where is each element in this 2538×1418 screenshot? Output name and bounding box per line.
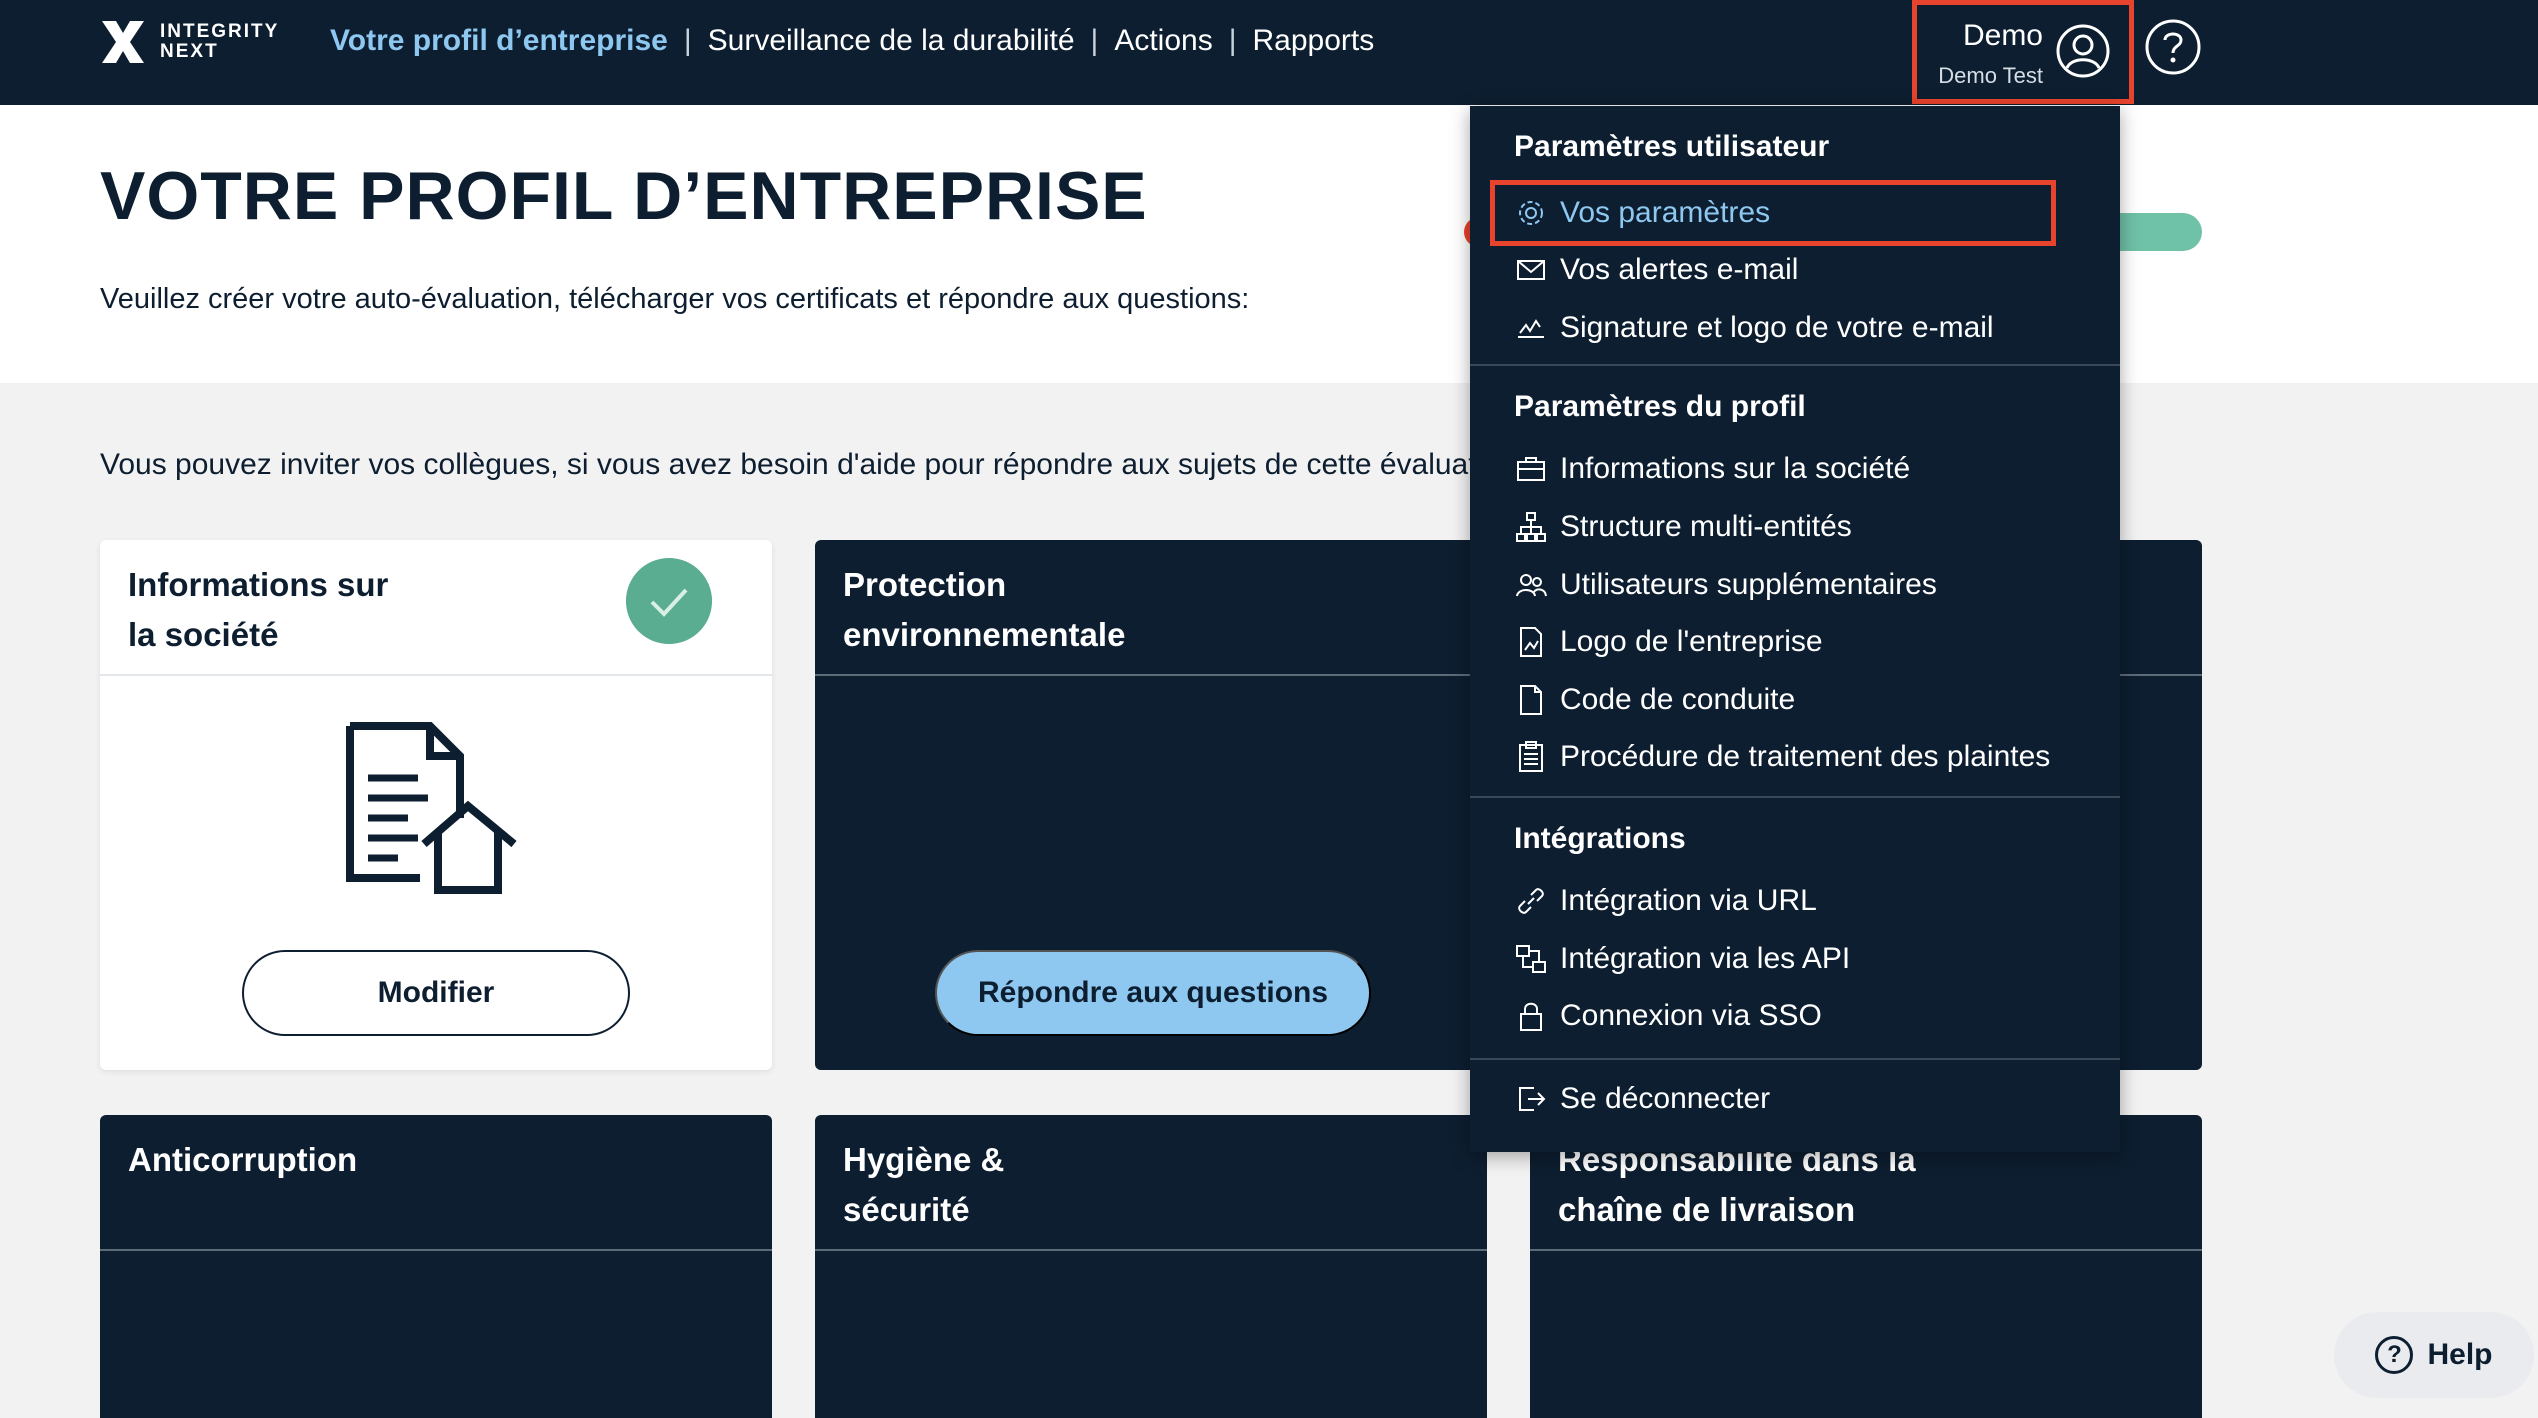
image-file-icon: [1520, 627, 1542, 657]
menu-section-profile-settings: Paramètres du profil: [1514, 390, 1806, 423]
modify-button[interactable]: Modifier: [242, 950, 630, 1036]
page-title: VOTRE PROFIL D’ENTREPRISE: [100, 158, 1148, 234]
signature-icon: [1518, 319, 1544, 338]
gear-icon: [1519, 201, 1543, 225]
menu-divider: [1470, 364, 2120, 366]
nav-company-profile[interactable]: Votre profil d’entreprise: [330, 24, 668, 58]
document-house-icon: [346, 722, 517, 894]
menu-item-company-info[interactable]: Informations sur la société: [1514, 445, 1910, 493]
briefcase-icon: [1517, 457, 1545, 481]
menu-item-additional-users[interactable]: Utilisateurs supplémentaires: [1514, 561, 1937, 609]
api-icon: [1516, 945, 1546, 973]
menu-item-url-integration[interactable]: Intégration via URL: [1514, 877, 1817, 925]
card-supply-chain: Responsabilité dans la chaîne de livrais…: [1530, 1115, 2202, 1418]
invite-colleagues-text: Vous pouvez inviter vos collègues, si vo…: [100, 448, 1470, 481]
help-button[interactable]: ? Help: [2334, 1312, 2534, 1398]
integrity-next-logo[interactable]: INTEGRITY NEXT: [96, 14, 279, 70]
user-menu-button[interactable]: Demo Demo Test: [1912, 0, 2134, 104]
menu-section-user-settings: Paramètres utilisateur: [1514, 130, 1830, 163]
card-health-safety: Hygiène & sécurité: [815, 1115, 1487, 1418]
logo-x-icon: [102, 21, 144, 63]
nav-separator: |: [1090, 24, 1099, 57]
page-subtitle: Veuillez créer votre auto-évaluation, té…: [100, 283, 1250, 315]
nav-actions[interactable]: Actions: [1114, 24, 1212, 58]
top-navbar: INTEGRITY NEXT Votre profil d’entreprise…: [0, 0, 2538, 105]
menu-section-integrations: Intégrations: [1514, 822, 1686, 855]
question-circle-icon[interactable]: [2144, 18, 2202, 76]
users-icon: [1516, 574, 1547, 597]
menu-item-logout[interactable]: Se déconnecter: [1514, 1075, 1770, 1123]
main-nav: Votre profil d’entreprise | Surveillance…: [330, 24, 1374, 58]
question-icon: ?: [2375, 1336, 2414, 1374]
card-title: Protection environnementale: [815, 540, 1487, 676]
clipboard-icon: [1519, 741, 1543, 772]
link-icon: [1518, 888, 1544, 914]
card-anticorruption: Anticorruption: [100, 1115, 772, 1418]
card-title: Hygiène & sécurité: [815, 1115, 1487, 1251]
logout-icon: [1519, 1087, 1546, 1111]
user-dropdown-menu: Paramètres utilisateur Vos paramètres Vo…: [1470, 106, 2120, 1152]
card-title: Anticorruption: [100, 1115, 772, 1251]
menu-item-complaints-procedure[interactable]: Procédure de traitement des plaintes: [1514, 733, 2050, 781]
menu-item-email-signature[interactable]: Signature et logo de votre e-mail: [1514, 304, 1994, 352]
logo-text: INTEGRITY NEXT: [160, 21, 280, 62]
user-company: Demo Test: [1938, 63, 2043, 88]
answer-questions-button[interactable]: Répondre aux questions: [935, 950, 1371, 1036]
menu-item-company-logo[interactable]: Logo de l'entreprise: [1514, 618, 1823, 666]
menu-item-api-integration[interactable]: Intégration via les API: [1514, 935, 1850, 983]
document-icon: [1520, 685, 1542, 715]
user-circle-icon: [2056, 24, 2110, 78]
page-header: VOTRE PROFIL D’ENTREPRISE Veuillez créer…: [0, 105, 2538, 383]
card-company-info: Informations sur la société Modifier: [100, 540, 772, 1070]
user-name: Demo: [1962, 19, 2043, 52]
nav-separator: |: [1228, 24, 1237, 57]
menu-item-code-of-conduct[interactable]: Code de conduite: [1514, 676, 1795, 724]
lock-icon: [1520, 1002, 1542, 1031]
menu-item-your-settings[interactable]: Vos paramètres: [1514, 189, 1770, 237]
menu-divider: [1470, 796, 2120, 798]
hierarchy-icon: [1516, 512, 1546, 542]
envelope-icon: [1517, 260, 1545, 280]
menu-item-sso[interactable]: Connexion via SSO: [1514, 992, 1822, 1040]
check-icon: [626, 558, 712, 644]
menu-item-email-alerts[interactable]: Vos alertes e-mail: [1514, 246, 1798, 294]
card-environmental-protection: Protection environnementale Répondre aux…: [815, 540, 1487, 1070]
nav-reports[interactable]: Rapports: [1253, 24, 1375, 58]
nav-separator: |: [683, 24, 692, 57]
nav-sustainability-monitoring[interactable]: Surveillance de la durabilité: [708, 24, 1075, 58]
menu-divider: [1470, 1058, 2120, 1060]
menu-item-multi-entity[interactable]: Structure multi-entités: [1514, 503, 1852, 551]
